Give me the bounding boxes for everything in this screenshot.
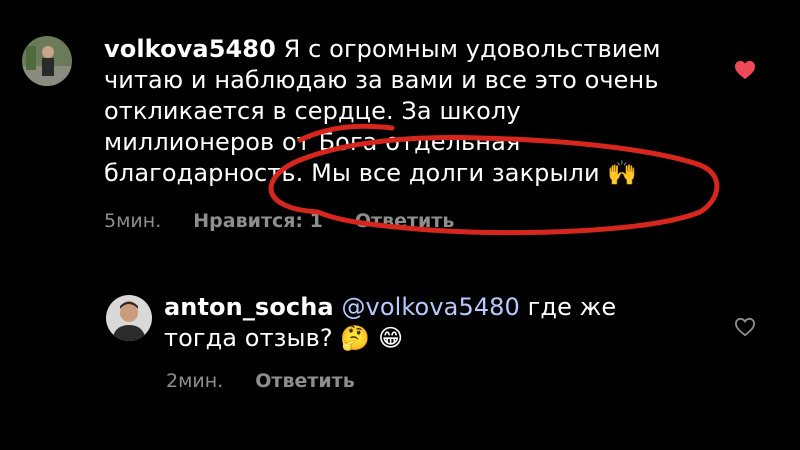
- comment-volkova5480: volkova5480 Я с огромным удовольствием ч…: [0, 0, 800, 250]
- heart-outline-icon[interactable]: [734, 317, 756, 337]
- comment-text: volkova5480 Я с огромным удовольствием ч…: [104, 34, 704, 189]
- comment-line: благодарность. Мы все долги закрыли: [104, 159, 600, 187]
- reply-line: тогда отзыв?: [164, 324, 333, 352]
- comment-line: миллионеров от Бога отдельная: [104, 128, 521, 156]
- reply-meta: 2мин. Ответить: [166, 370, 381, 392]
- thinking-grinning-emoji: 🤔 😁: [340, 324, 404, 352]
- reply-button[interactable]: Ответить: [355, 210, 454, 232]
- heart-filled-icon[interactable]: [734, 60, 756, 80]
- mention-link[interactable]: @volkova5480: [341, 293, 519, 321]
- username-anton_socha[interactable]: anton_socha: [164, 293, 334, 321]
- reply-button[interactable]: Ответить: [255, 370, 354, 392]
- avatar-anton_socha[interactable]: [106, 295, 152, 341]
- reply-line: где же: [527, 293, 617, 321]
- timestamp: 2мин.: [166, 370, 224, 392]
- raising-hands-emoji: 🙌: [607, 159, 638, 187]
- comment-line: откликается в сердце. За школу: [104, 97, 521, 125]
- timestamp: 5мин.: [104, 210, 162, 232]
- username-volkova5480[interactable]: volkova5480: [104, 35, 276, 63]
- avatar-volkova5480[interactable]: [22, 36, 72, 86]
- comment-meta: 5мин. Нравится: 1 Ответить: [104, 210, 480, 232]
- likes-count[interactable]: Нравится: 1: [193, 210, 323, 232]
- comment-line: читаю и наблюдаю за вами и все это очень: [104, 66, 659, 94]
- reply-text: anton_socha @volkova5480 где же тогда от…: [164, 292, 724, 354]
- comment-line: Я с огромным удовольствием: [283, 35, 661, 63]
